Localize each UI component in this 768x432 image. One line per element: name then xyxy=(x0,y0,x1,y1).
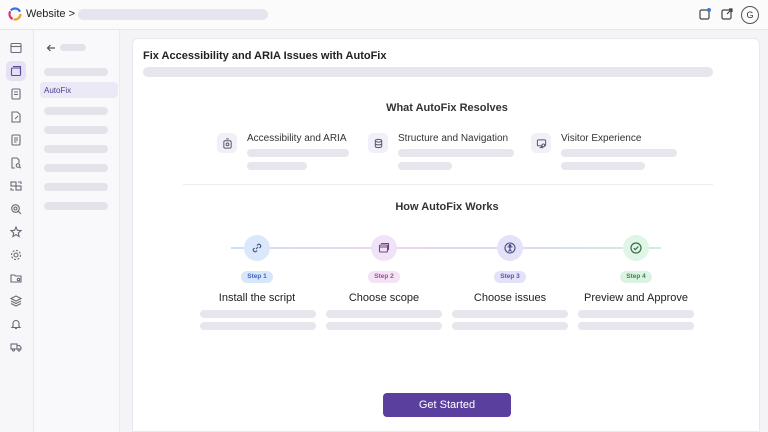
feature-desc-placeholder xyxy=(398,149,514,157)
settings-icon[interactable] xyxy=(6,245,26,265)
website-breadcrumb[interactable]: Website > xyxy=(26,8,75,20)
works-heading: How AutoFix Works xyxy=(395,201,499,213)
step-desc-placeholder xyxy=(578,322,694,330)
database-icon xyxy=(368,133,388,153)
accessibility-icon xyxy=(217,133,237,153)
step-desc-placeholder xyxy=(452,310,568,318)
document-edit-icon[interactable] xyxy=(6,107,26,127)
nav-item-placeholder[interactable] xyxy=(44,145,108,153)
truck-icon[interactable] xyxy=(6,337,26,357)
breadcrumb-placeholder xyxy=(78,9,268,20)
feature-desc-placeholder xyxy=(398,162,452,170)
step-title: Choose scope xyxy=(348,292,420,304)
icon-rail xyxy=(0,30,34,432)
steps-connector xyxy=(231,247,661,249)
feature-label: Accessibility and ARIA xyxy=(247,133,347,144)
feature-desc-placeholder xyxy=(561,149,677,157)
nav-item-placeholder[interactable] xyxy=(44,164,108,172)
step-badge: Step 1 xyxy=(241,271,273,283)
folder-icon[interactable] xyxy=(6,268,26,288)
step-desc-placeholder xyxy=(326,310,442,318)
step-desc-placeholder xyxy=(326,322,442,330)
search-icon[interactable] xyxy=(6,199,26,219)
nav-item-placeholder[interactable] xyxy=(44,183,108,191)
feature-desc-placeholder xyxy=(561,162,645,170)
nav-item-placeholder[interactable] xyxy=(44,68,108,76)
back-arrow-icon[interactable] xyxy=(46,43,56,53)
feature-desc-placeholder xyxy=(247,149,349,157)
person-icon xyxy=(497,235,523,261)
user-avatar[interactable]: G xyxy=(741,6,759,24)
notification-icon[interactable] xyxy=(698,7,712,21)
description-placeholder xyxy=(143,67,713,77)
list-icon[interactable] xyxy=(6,130,26,150)
page-title: Fix Accessibility and ARIA Issues with A… xyxy=(143,50,387,62)
step-badge: Step 4 xyxy=(620,271,652,283)
back-label-placeholder xyxy=(60,44,86,51)
browser-icon[interactable] xyxy=(6,61,26,81)
section-divider xyxy=(183,184,713,185)
step-title: Choose issues xyxy=(473,292,547,304)
monitor-icon xyxy=(531,133,551,153)
feature-label: Visitor Experience xyxy=(561,133,642,144)
nav-item-placeholder[interactable] xyxy=(44,126,108,134)
step-badge: Step 3 xyxy=(494,271,526,283)
star-icon[interactable] xyxy=(6,222,26,242)
step-desc-placeholder xyxy=(200,322,316,330)
resolves-heading: What AutoFix Resolves xyxy=(386,102,508,114)
nav-item-placeholder[interactable] xyxy=(44,202,108,210)
step-desc-placeholder xyxy=(578,310,694,318)
link-icon xyxy=(244,235,270,261)
step-desc-placeholder xyxy=(452,322,568,330)
feature-label: Structure and Navigation xyxy=(398,133,509,144)
get-started-button[interactable]: Get Started xyxy=(383,393,511,417)
dashboard-icon[interactable] xyxy=(6,38,26,58)
image-icon[interactable] xyxy=(6,176,26,196)
check-circle-icon xyxy=(623,235,649,261)
layers-icon[interactable] xyxy=(6,291,26,311)
file-search-icon[interactable] xyxy=(6,153,26,173)
step-badge: Step 2 xyxy=(368,271,400,283)
step-title: Preview and Approve xyxy=(584,292,688,304)
logo-icon xyxy=(8,7,22,21)
bell-icon[interactable] xyxy=(6,314,26,334)
feature-desc-placeholder xyxy=(247,162,307,170)
pages-icon[interactable] xyxy=(6,84,26,104)
top-bar: Website > G xyxy=(0,0,768,30)
window-icon xyxy=(371,235,397,261)
nav-item-autofix[interactable]: AutoFix xyxy=(40,82,118,98)
nav-item-placeholder[interactable] xyxy=(44,107,108,115)
step-title: Install the script xyxy=(218,292,296,304)
sub-navigation: AutoFix xyxy=(34,30,120,432)
step-desc-placeholder xyxy=(200,310,316,318)
main-card: Fix Accessibility and ARIA Issues with A… xyxy=(132,38,760,432)
external-link-icon[interactable] xyxy=(720,7,734,21)
